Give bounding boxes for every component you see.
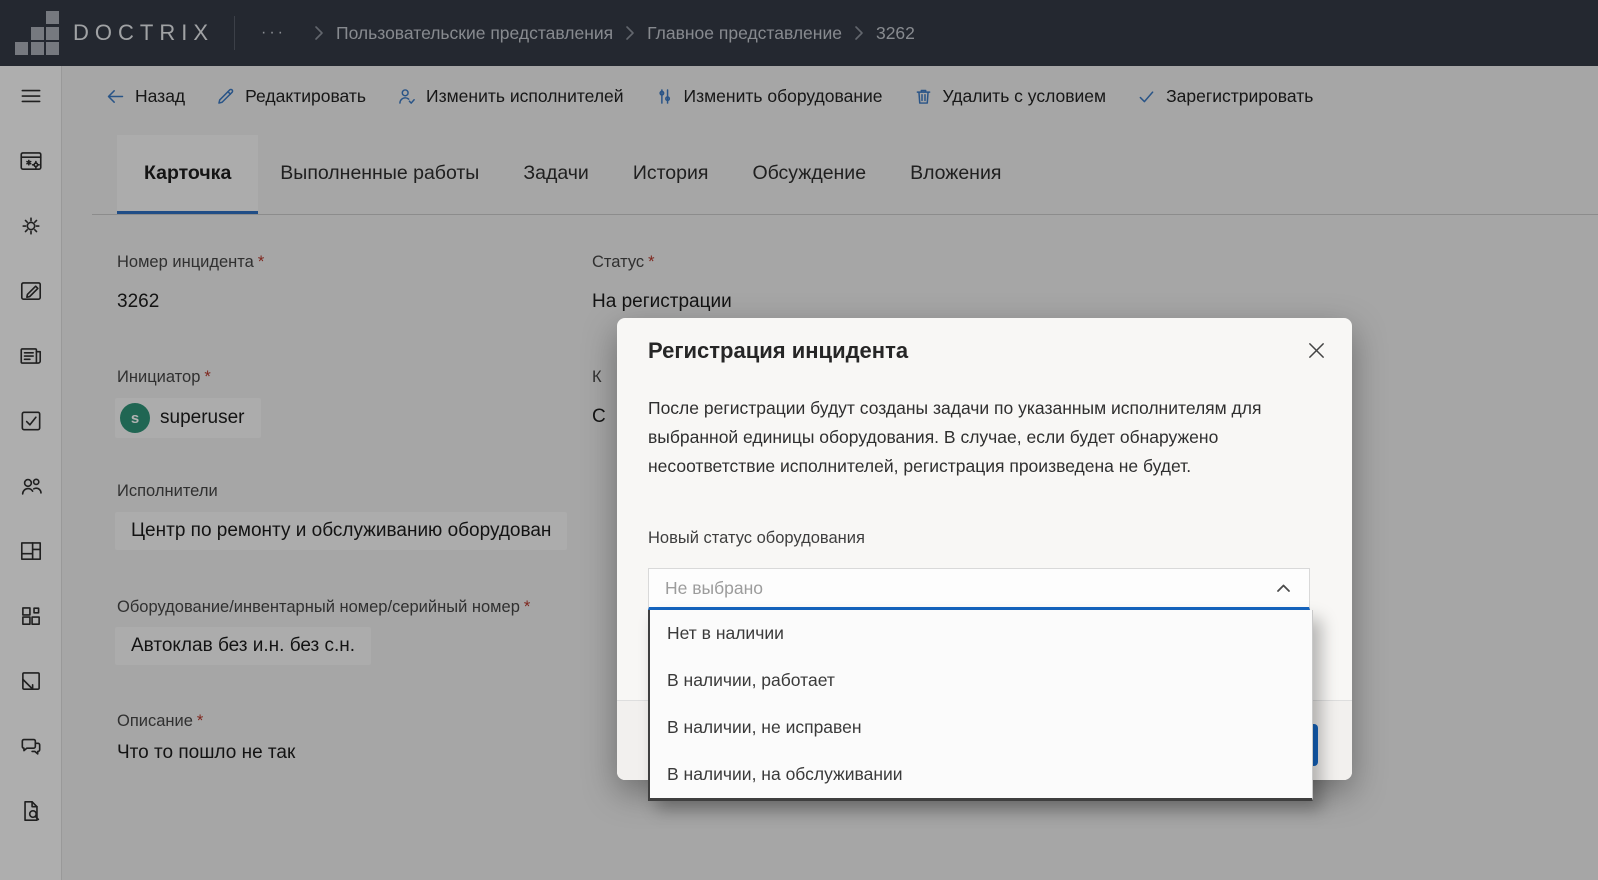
option-not-available[interactable]: Нет в наличии xyxy=(650,610,1312,657)
modal-description: После регистрации будут созданы задачи п… xyxy=(648,394,1303,481)
new-equipment-status-label: Новый статус оборудования xyxy=(648,529,865,548)
app-root: DOCTRIX ··· Пользовательские представлен… xyxy=(0,0,1598,880)
modal-title: Регистрация инцидента xyxy=(648,338,908,364)
option-available-in-service[interactable]: В наличии, на обслуживании xyxy=(650,751,1312,798)
chevron-up-icon[interactable] xyxy=(1273,578,1293,598)
option-available-faulty[interactable]: В наличии, не исправен xyxy=(650,704,1312,751)
option-available-working[interactable]: В наличии, работает xyxy=(650,657,1312,704)
select-placeholder: Не выбрано xyxy=(665,578,763,599)
status-dropdown-list: Нет в наличии В наличии, работает В нали… xyxy=(648,610,1313,801)
close-icon[interactable] xyxy=(1300,334,1332,366)
equipment-status-select[interactable]: Не выбрано xyxy=(648,568,1310,610)
